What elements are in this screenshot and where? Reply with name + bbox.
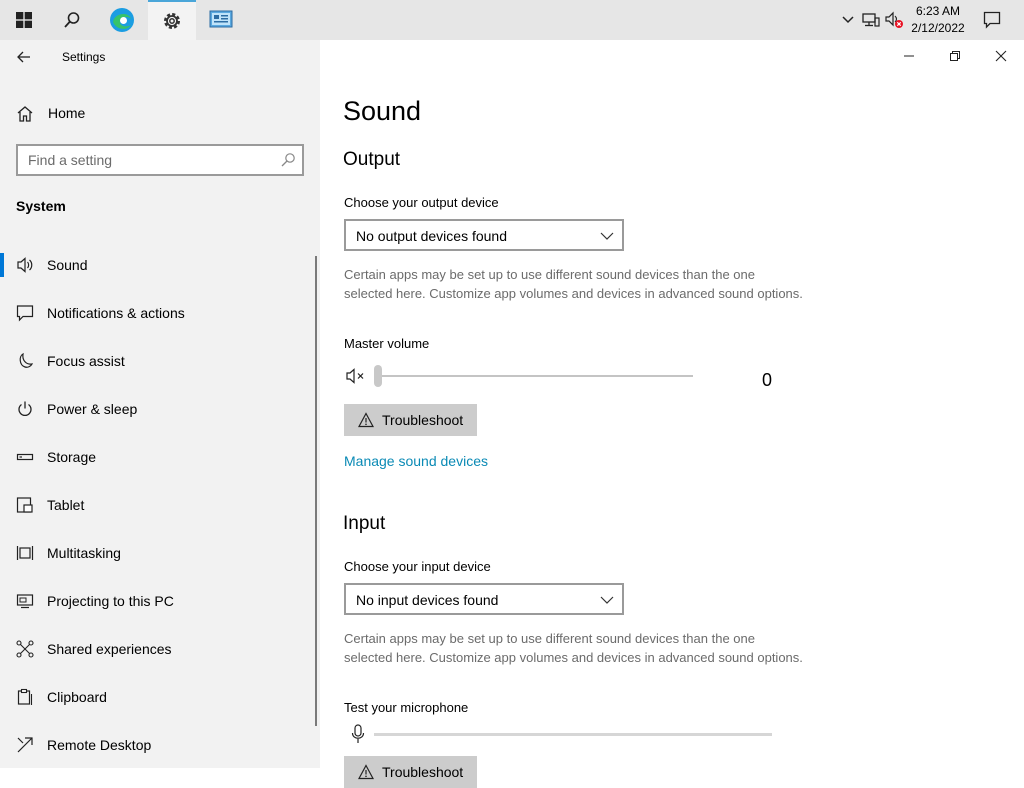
control-panel-taskbar-button[interactable] [197, 0, 245, 40]
chevron-down-icon [600, 596, 614, 604]
storage-icon [16, 448, 34, 466]
power-icon [16, 400, 34, 418]
nav-item-shared-experiences[interactable]: Shared experiences [0, 629, 316, 669]
nav-item-label: Storage [47, 449, 97, 465]
windows-logo-icon [16, 12, 32, 28]
back-button[interactable] [10, 46, 38, 68]
nav-item-label: Clipboard [47, 689, 107, 705]
taskbar-clock[interactable]: 6:23 AM 2/12/2022 [900, 3, 976, 37]
search-input[interactable] [18, 146, 278, 174]
input-troubleshoot-button[interactable]: Troubleshoot [344, 756, 478, 788]
search-icon [64, 12, 80, 28]
output-description: Certain apps may be set up to use differ… [344, 267, 803, 301]
chevron-up-icon [842, 16, 854, 24]
nav-item-focus-assist[interactable]: Focus assist [0, 341, 316, 381]
nav-item-label: Multitasking [47, 545, 121, 561]
search-icon [281, 153, 295, 167]
message-icon [16, 304, 34, 322]
master-volume-slider[interactable] [376, 375, 693, 377]
clock-date: 2/12/2022 [911, 21, 965, 35]
nav-item-multitasking[interactable]: Multitasking [0, 533, 316, 573]
home-icon [17, 106, 33, 122]
nav-item-label: Notifications & actions [47, 305, 185, 321]
nav-item-label: Sound [47, 257, 88, 273]
output-device-value: No output devices found [356, 228, 507, 244]
edge-browser-icon [110, 8, 134, 32]
settings-taskbar-button[interactable] [148, 0, 196, 40]
test-microphone-label: Test your microphone [344, 700, 469, 715]
tablet-icon [16, 496, 34, 514]
output-heading: Output [343, 149, 401, 170]
nav-item-label: Focus assist [47, 353, 125, 369]
navigation-scrollbar[interactable] [315, 256, 317, 726]
share-icon [16, 640, 34, 658]
clock-time: 6:23 AM [915, 4, 961, 18]
nav-item-clipboard[interactable]: Clipboard [0, 677, 316, 717]
page-title: Sound [343, 96, 422, 126]
troubleshoot-label: Troubleshoot [382, 764, 464, 780]
output-device-label: Choose your output device [344, 195, 499, 210]
network-tray-button[interactable] [861, 10, 881, 30]
home-label: Home [48, 105, 86, 121]
output-troubleshoot-button[interactable]: Troubleshoot [344, 404, 478, 436]
input-device-label: Choose your input device [344, 559, 491, 574]
master-volume-slider-thumb[interactable] [374, 365, 382, 387]
manage-sound-devices-link[interactable]: Manage sound devices [344, 453, 488, 469]
nav-item-tablet[interactable]: Tablet [0, 485, 316, 525]
nav-item-label: Tablet [47, 497, 85, 513]
projector-icon [16, 592, 34, 610]
section-title-system: System [16, 198, 66, 214]
input-device-value: No input devices found [356, 592, 499, 608]
arrow-left-icon [17, 51, 30, 63]
input-heading: Input [343, 513, 386, 534]
chevron-down-icon [600, 232, 614, 240]
edge-taskbar-button[interactable] [98, 0, 146, 40]
notification-icon [983, 11, 1001, 29]
nav-item-label: Shared experiences [47, 641, 172, 657]
network-icon [862, 13, 880, 27]
troubleshoot-label: Troubleshoot [382, 412, 464, 428]
microphone-level-meter [374, 733, 772, 736]
taskbar: 6:23 AM 2/12/2022 [0, 0, 1024, 40]
clipboard-icon [16, 688, 34, 706]
mute-toggle-button[interactable] [346, 367, 368, 385]
nav-item-remote-desktop[interactable]: Remote Desktop [0, 725, 316, 765]
input-device-dropdown[interactable]: No input devices found [344, 583, 624, 615]
nav-item-label: Remote Desktop [47, 737, 152, 753]
warning-icon [358, 764, 374, 780]
sound-settings-page: Sound Output Choose your output device N… [320, 40, 1024, 788]
master-volume-value: 0 [762, 370, 773, 390]
control-panel-icon [209, 10, 233, 28]
microphone-icon [350, 724, 366, 744]
start-button[interactable] [0, 0, 48, 40]
home-nav-item[interactable]: Home [0, 96, 320, 130]
input-description: Certain apps may be set up to use differ… [344, 631, 803, 665]
app-title: Settings [62, 50, 106, 64]
action-center-button[interactable] [982, 10, 1002, 30]
nav-item-notifications[interactable]: Notifications & actions [0, 293, 316, 333]
show-hidden-icons-button[interactable] [838, 10, 858, 30]
nav-item-label: Power & sleep [47, 401, 138, 417]
nav-item-projecting[interactable]: Projecting to this PC [0, 581, 316, 621]
taskbar-search-button[interactable] [48, 0, 96, 40]
nav-item-label: Projecting to this PC [47, 593, 174, 609]
nav-item-sound[interactable]: Sound [0, 245, 316, 285]
multitasking-icon [16, 544, 34, 562]
master-volume-label: Master volume [344, 336, 430, 351]
output-device-dropdown[interactable]: No output devices found [344, 219, 624, 251]
gear-icon [164, 13, 180, 29]
speaker-icon [16, 256, 34, 274]
nav-item-power-sleep[interactable]: Power & sleep [0, 389, 316, 429]
speaker-muted-icon [346, 368, 364, 384]
warning-icon [358, 412, 374, 428]
moon-icon [16, 352, 34, 370]
settings-navigation-pane: Settings Home System Sound Notifications… [0, 40, 320, 768]
remote-icon [16, 736, 34, 754]
find-setting-search-box[interactable] [16, 144, 304, 176]
nav-item-storage[interactable]: Storage [0, 437, 316, 477]
